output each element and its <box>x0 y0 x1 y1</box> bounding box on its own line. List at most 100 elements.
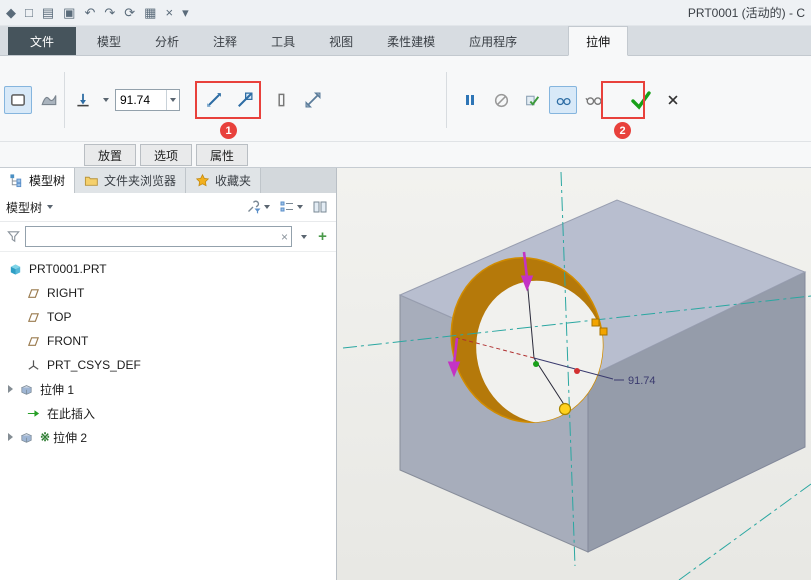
model-tree-title-caret[interactable] <box>47 205 53 209</box>
surface-type-button[interactable] <box>35 86 63 114</box>
model-tree: PRT0001.PRT RIGHT TOP FRONT PRT_CSYS_DEF <box>0 252 336 580</box>
add-filter-button[interactable]: + <box>315 226 330 247</box>
remove-material-button[interactable] <box>231 86 259 114</box>
tree-row-extrude-1[interactable]: 拉伸 1 <box>0 377 336 401</box>
expand-icon[interactable] <box>8 385 13 393</box>
tree-label: PRT_CSYS_DEF <box>47 358 141 372</box>
tab-model[interactable]: 模型 <box>80 27 138 55</box>
attached-preview-icon <box>555 92 572 109</box>
columns-icon <box>312 199 328 215</box>
radius-handle-square-1[interactable] <box>592 319 599 326</box>
tree-list-button[interactable] <box>277 197 305 217</box>
ok-check-icon <box>629 88 653 112</box>
tree-filter-box: × <box>25 226 292 247</box>
depth-option-button[interactable] <box>70 86 96 114</box>
pause-button[interactable] <box>456 86 484 114</box>
feature-status-marker: ※ <box>40 430 50 444</box>
regenerate-icon[interactable]: ⟳ <box>124 6 135 19</box>
tab-tools[interactable]: 工具 <box>254 27 312 55</box>
redo-icon[interactable]: ↷ <box>104 6 115 19</box>
validate-feature-button[interactable] <box>518 86 546 114</box>
tree-row-top-plane[interactable]: TOP <box>0 305 336 329</box>
tree-row-csys[interactable]: PRT_CSYS_DEF <box>0 353 336 377</box>
annotation-badge-2: 2 <box>614 122 631 139</box>
tab-extrude[interactable]: 拉伸 <box>568 26 628 56</box>
tree-row-right-plane[interactable]: RIGHT <box>0 281 336 305</box>
pause-icon <box>462 92 478 108</box>
filter-funnel-icon <box>6 229 21 244</box>
depth-drag-handle[interactable] <box>560 404 571 415</box>
no-preview-button[interactable] <box>487 86 515 114</box>
validate-icon <box>524 92 541 109</box>
save-icon[interactable]: ▣ <box>63 6 75 19</box>
ok-button[interactable] <box>624 86 658 114</box>
main-area: 模型树 文件夹浏览器 收藏夹 模型树 <box>0 168 811 580</box>
tab-folder-browser-label: 文件夹浏览器 <box>104 172 176 189</box>
datum-plane-icon <box>26 286 41 301</box>
datum-plane-icon <box>26 310 41 325</box>
reference-point[interactable] <box>574 368 580 374</box>
tab-annotate[interactable]: 注释 <box>196 27 254 55</box>
open-file-icon[interactable]: ▤ <box>42 6 54 19</box>
cancel-x-icon <box>666 93 680 107</box>
tab-flexible-modeling[interactable]: 柔性建模 <box>370 27 452 55</box>
tab-favorites[interactable]: 收藏夹 <box>186 168 261 193</box>
filter-history-caret[interactable] <box>296 226 311 247</box>
depth-value-input[interactable] <box>116 90 166 110</box>
tab-model-tree-label: 模型树 <box>29 172 65 189</box>
attached-preview-button[interactable] <box>549 86 577 114</box>
cancel-button[interactable] <box>661 86 685 114</box>
tree-row-extrude-2[interactable]: ※ 拉伸 2 <box>0 425 336 449</box>
tree-row-front-plane[interactable]: FRONT <box>0 329 336 353</box>
extrude-dashboard: 1 2 <box>0 56 811 142</box>
tab-analysis[interactable]: 分析 <box>138 27 196 55</box>
depth-option-caret[interactable] <box>99 86 112 114</box>
clear-filter-icon[interactable]: × <box>281 231 288 243</box>
depth-value-caret[interactable] <box>166 90 179 110</box>
flip-direction-icon <box>204 90 224 110</box>
radius-handle-square-2[interactable] <box>600 328 607 335</box>
tree-search-row: × + <box>0 222 336 252</box>
tree-filter-input[interactable] <box>26 227 291 246</box>
panel-placement[interactable]: 放置 <box>84 144 136 166</box>
creo-window: ◆ □ ▤ ▣ ↶ ↷ ⟳ ▦ × ▾ PRT0001 (活动的) - C 文件… <box>0 0 811 580</box>
insert-here-icon <box>26 406 41 421</box>
tree-row-part[interactable]: PRT0001.PRT <box>0 257 336 281</box>
undo-icon[interactable]: ↶ <box>84 6 95 19</box>
filter-tools-icon <box>246 199 262 215</box>
favorites-tab-icon <box>195 173 210 188</box>
flip-depth-direction-button[interactable] <box>200 86 228 114</box>
tab-folder-browser[interactable]: 文件夹浏览器 <box>75 168 186 193</box>
new-file-icon[interactable]: □ <box>25 6 33 19</box>
flip-side-icon <box>303 90 323 110</box>
close-icon[interactable]: × <box>165 6 173 19</box>
expand-icon[interactable] <box>8 433 13 441</box>
tab-view[interactable]: 视图 <box>312 27 370 55</box>
dimension-label[interactable]: 91.74 <box>628 375 656 387</box>
ribbon-separator-2 <box>446 72 447 128</box>
3d-viewport-canvas[interactable]: 91.74 <box>337 168 811 580</box>
thicken-sketch-button[interactable] <box>268 86 296 114</box>
extrude-type-group <box>4 86 63 114</box>
panel-properties[interactable]: 属性 <box>196 144 248 166</box>
separate-preview-button[interactable] <box>580 86 608 114</box>
center-point[interactable] <box>533 361 539 367</box>
part-icon <box>8 262 23 277</box>
tab-file[interactable]: 文件 <box>8 27 76 55</box>
tab-applications[interactable]: 应用程序 <box>452 27 534 55</box>
solid-type-button[interactable] <box>4 86 32 114</box>
navigator-panel: 模型树 文件夹浏览器 收藏夹 模型树 <box>0 168 337 580</box>
tree-filters-button[interactable] <box>244 197 272 217</box>
tree-columns-button[interactable] <box>310 197 330 217</box>
graphics-area[interactable]: 91.74 <box>337 168 811 580</box>
flip-material-side-button[interactable] <box>299 86 327 114</box>
no-preview-icon <box>493 92 510 109</box>
windows-icon[interactable]: ▦ <box>144 6 156 19</box>
tab-model-tree[interactable]: 模型树 <box>0 168 75 193</box>
tab-favorites-label: 收藏夹 <box>215 172 251 189</box>
titlebar: ◆ □ ▤ ▣ ↶ ↷ ⟳ ▦ × ▾ PRT0001 (活动的) - C <box>0 0 811 26</box>
panel-options[interactable]: 选项 <box>140 144 192 166</box>
tree-row-insert-here[interactable]: 在此插入 <box>0 401 336 425</box>
window-title: PRT0001 (活动的) - C <box>688 4 805 21</box>
more-icon[interactable]: ▾ <box>182 6 189 19</box>
